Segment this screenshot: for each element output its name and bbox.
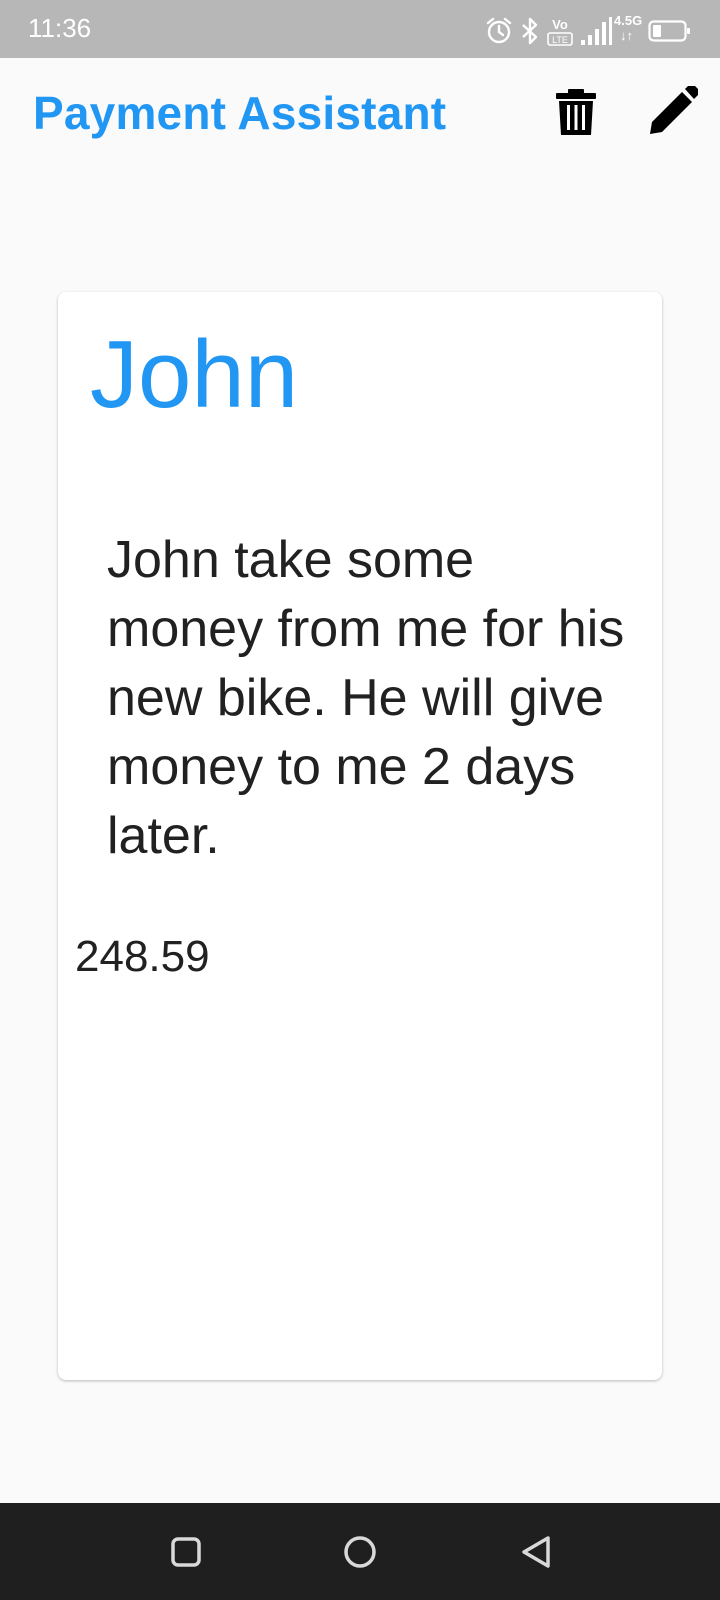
data-icon: 4.5G ↓↑: [614, 13, 648, 49]
edit-button[interactable]: [640, 80, 704, 144]
back-icon: [522, 1536, 550, 1568]
app-bar: Payment Assistant: [0, 58, 720, 168]
edit-icon: [650, 86, 698, 134]
svg-text:Vo: Vo: [552, 17, 568, 32]
back-button[interactable]: [511, 1527, 561, 1577]
recents-icon: [171, 1537, 201, 1567]
app-title: Payment Assistant: [33, 87, 447, 139]
home-button[interactable]: [335, 1527, 385, 1577]
status-icons: Vo LTE 4.5G ↓↑: [484, 10, 699, 50]
data-arrows-icon: ↓↑: [620, 28, 633, 43]
payee-name: John: [90, 321, 299, 428]
recents-button[interactable]: [161, 1527, 211, 1577]
delete-icon: [556, 89, 596, 135]
payment-amount: 248.59: [75, 932, 210, 981]
alarm-icon: [486, 17, 512, 44]
payment-description: John take some money from me for his new…: [107, 531, 625, 865]
navigation-bar: [0, 1503, 720, 1600]
home-icon: [344, 1536, 376, 1568]
payment-card[interactable]: John John take some money from me for hi…: [58, 292, 662, 1380]
network-label: 4.5G: [614, 13, 643, 28]
delete-button[interactable]: [544, 80, 608, 144]
volte-icon: Vo LTE: [547, 17, 573, 46]
battery-icon: [648, 20, 690, 42]
svg-text:LTE: LTE: [552, 35, 568, 45]
status-bar: 11:36 Vo LTE 4.5G ↓↑: [0, 0, 720, 58]
bluetooth-icon: [522, 17, 538, 45]
signal-icon: [581, 17, 612, 45]
status-time: 11:36: [28, 13, 92, 43]
